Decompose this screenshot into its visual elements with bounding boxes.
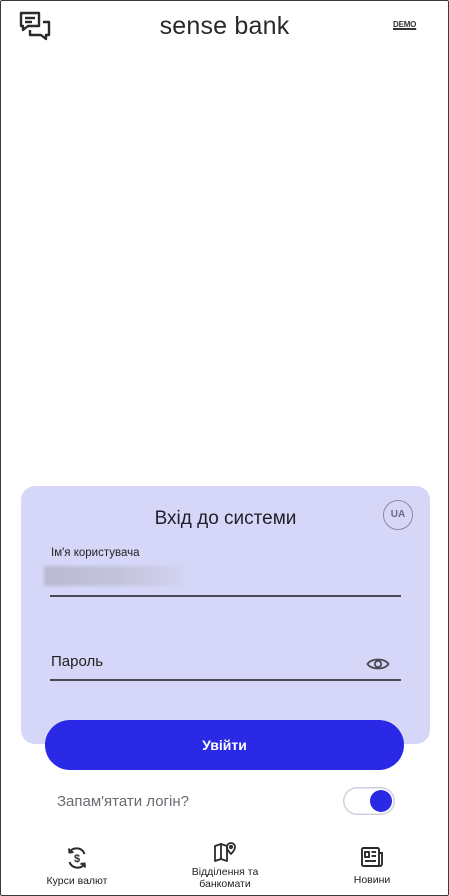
demo-button[interactable]: DEMO [393,20,416,29]
language-switch[interactable]: UA [383,500,413,530]
map-pin-icon [214,842,236,862]
login-panel: Вхід до системи UA Ім'я користувача Паро… [21,486,430,744]
password-underline [50,679,401,681]
username-underline [50,595,401,597]
remember-login-label: Запам'ятати логін? [57,793,189,810]
news-icon [361,847,383,867]
password-field[interactable]: Пароль [51,653,103,670]
login-title: Вхід до системи [154,508,297,529]
nav-item-currency[interactable]: $ Курси валют [32,846,122,887]
login-button[interactable]: Увійти [45,720,404,770]
currency-exchange-icon: $ [68,847,86,869]
svg-text:$: $ [74,853,80,865]
show-password-button[interactable] [366,656,390,672]
nav-label-branches-2: банкомати [199,878,251,890]
eye-icon [366,658,390,670]
nav-label-news: Новини [353,874,391,886]
brand-logo: sense bank [159,12,290,40]
nav-label-branches-1: Відділення та [191,866,259,878]
nav-item-branches[interactable]: Відділення та банкомати [170,841,280,890]
nav-item-news[interactable]: Новини [340,846,404,886]
nav-label-currency: Курси валют [46,875,108,887]
toggle-knob [370,790,392,812]
username-field[interactable] [44,566,182,586]
remember-login-toggle[interactable] [343,787,395,815]
username-label: Ім'я користувача [51,547,140,559]
